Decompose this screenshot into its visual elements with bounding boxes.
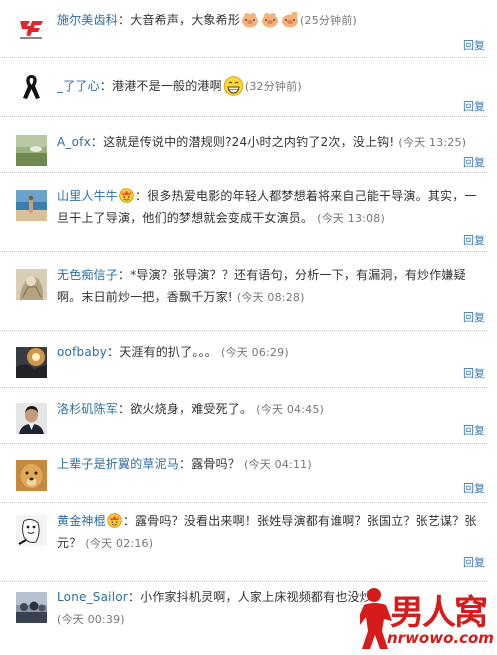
sunset-photo-avatar[interactable]	[16, 347, 47, 378]
reply-link[interactable]: 回复	[463, 154, 485, 170]
comment-item: _了了心：港港不是一般的港啊 (32分钟前) 回复	[0, 58, 487, 117]
comment-text: 山里人牛牛 ：很多热爱电影的年轻人都梦想着将来自己能干导演。其实，一旦干上了导演，…	[57, 188, 477, 225]
comment-time: (今天 02:16)	[85, 537, 154, 550]
comment-item: A_ofx：这就是传说中的潜规则?24小时之内钓了2次，没上钩! (今天 13:…	[0, 117, 487, 173]
comment-text: 洛杉矶陈军：欲火烧身，难受死了。 (今天 04:45)	[57, 402, 325, 416]
comment-body: 港港不是一般的港啊	[112, 79, 222, 93]
username-link[interactable]: 洛杉矶陈军	[57, 402, 118, 416]
comment-time: (今天 06:29)	[221, 346, 289, 359]
comment-time: (今天 00:39)	[57, 613, 125, 626]
comment-text: A_ofx：这就是传说中的潜规则?24小时之内钓了2次，没上钩! (今天 13:…	[57, 135, 467, 149]
comment-time: (32分钟前)	[244, 80, 302, 93]
comment-item: Lone_Sailor：小作家抖机灵啊，人家上床视频都有也没炒 (今天 00:3…	[0, 582, 487, 655]
username-link[interactable]: 无色痴信子	[57, 268, 118, 282]
reply-link[interactable]: 回复	[463, 37, 485, 53]
comment-time: (今天 13:08)	[317, 212, 385, 225]
comment-item: 洛杉矶陈军：欲火烧身，难受死了。 (今天 04:45) 回复	[0, 388, 487, 444]
username-link[interactable]: 施尔美齿科	[57, 13, 118, 27]
comment-item: 黄金神棍 ：露骨吗？没看出来啊！张姓导演都有谁啊？张国立？张艺谋？张元？ (今天 …	[0, 503, 487, 582]
black-ribbon-avatar[interactable]	[16, 71, 47, 102]
comment-text: oofbaby：天涯有的扒了。。。 (今天 06:29)	[57, 345, 289, 359]
username-link[interactable]: 黄金神棍	[57, 514, 106, 528]
comment-item: 上辈子是折翼的草泥马：露骨吗？ (今天 04:11) 回复	[0, 444, 487, 503]
comment-text: _了了心：港港不是一般的港啊 (32分钟前)	[57, 75, 478, 98]
pig-emoticon-icon	[241, 11, 259, 28]
grin-emoticon-icon	[223, 76, 244, 96]
beach-photo-avatar[interactable]	[16, 190, 47, 221]
comment-item: 山里人牛牛 ：很多热爱电影的年轻人都梦想着将来自己能干导演。其实，一旦干上了导演，…	[0, 173, 487, 252]
username-link[interactable]: oofbaby	[57, 345, 107, 359]
comment-text: 黄金神棍 ：露骨吗？没看出来啊！张姓导演都有谁啊？张国立？张艺谋？张元？ (今天 …	[57, 513, 477, 550]
vip-emoticon-icon	[119, 188, 134, 203]
pig-emoticon-icon	[281, 11, 299, 28]
comment-time: (今天 04:11)	[244, 458, 312, 471]
comment-item: 无色痴信子：*导演？张导演？？还有语句，分析一下，有漏洞，有炒作嫌疑啊。末日前炒…	[0, 252, 487, 331]
comment-body: 大音希声，大象希形	[130, 13, 241, 27]
pig-emoticon-icon	[261, 11, 279, 28]
comment-time: (今天 08:28)	[236, 291, 305, 304]
comment-text: 施尔美齿科：大音希声，大象希形 (25分钟前)	[57, 11, 358, 28]
username-link[interactable]: _了了心	[57, 79, 100, 93]
brand-logo-avatar[interactable]	[16, 12, 47, 43]
comment-item: 施尔美齿科：大音希声，大象希形 (25分钟前) 回复	[0, 0, 487, 58]
reply-link[interactable]: 回复	[463, 554, 485, 570]
comment-body: 小作家抖机灵啊，人家上床视频都有也没炒	[140, 590, 372, 604]
comment-body: 这就是传说中的潜规则?24小时之内钓了2次，没上钩!	[103, 135, 395, 149]
sketch-photo-avatar[interactable]	[16, 269, 47, 300]
crowd-photo-avatar[interactable]	[16, 592, 47, 623]
username-link[interactable]: 上辈子是折翼的草泥马	[57, 457, 179, 471]
vip-emoticon-icon	[107, 513, 122, 528]
comment-text: Lone_Sailor：小作家抖机灵啊，人家上床视频都有也没炒 (今天 00:3…	[57, 590, 372, 626]
reply-link[interactable]: 回复	[463, 232, 485, 248]
dog-photo-avatar[interactable]	[16, 460, 47, 491]
username-link[interactable]: A_ofx	[57, 135, 91, 149]
comment-body: 天涯有的扒了。。。	[119, 345, 218, 359]
reply-link[interactable]: 回复	[463, 98, 485, 114]
comment-text: 上辈子是折翼的草泥马：露骨吗？ (今天 04:11)	[57, 457, 312, 471]
comment-body: 欲火烧身，难受死了。	[130, 402, 253, 416]
username-link[interactable]: Lone_Sailor	[57, 590, 128, 604]
reply-link[interactable]: 回复	[463, 309, 485, 325]
comment-item: oofbaby：天涯有的扒了。。。 (今天 06:29) 回复	[0, 331, 487, 388]
comment-time: (今天 04:45)	[256, 403, 325, 416]
username-link[interactable]: 山里人牛牛	[57, 189, 118, 203]
ghost-photo-avatar[interactable]	[16, 515, 47, 546]
comment-text: 无色痴信子：*导演？张导演？？还有语句，分析一下，有漏洞，有炒作嫌疑啊。末日前炒…	[57, 268, 466, 304]
reply-link[interactable]: 回复	[463, 365, 485, 381]
reply-link[interactable]: 回复	[463, 480, 485, 496]
field-photo-avatar[interactable]	[16, 135, 47, 166]
comment-time: (今天 13:25)	[398, 136, 467, 149]
comment-body: 露骨吗？	[191, 457, 241, 471]
portrait-photo-avatar[interactable]	[16, 403, 47, 434]
reply-link[interactable]: 回复	[463, 422, 485, 438]
comment-time: (25分钟前)	[300, 14, 358, 27]
